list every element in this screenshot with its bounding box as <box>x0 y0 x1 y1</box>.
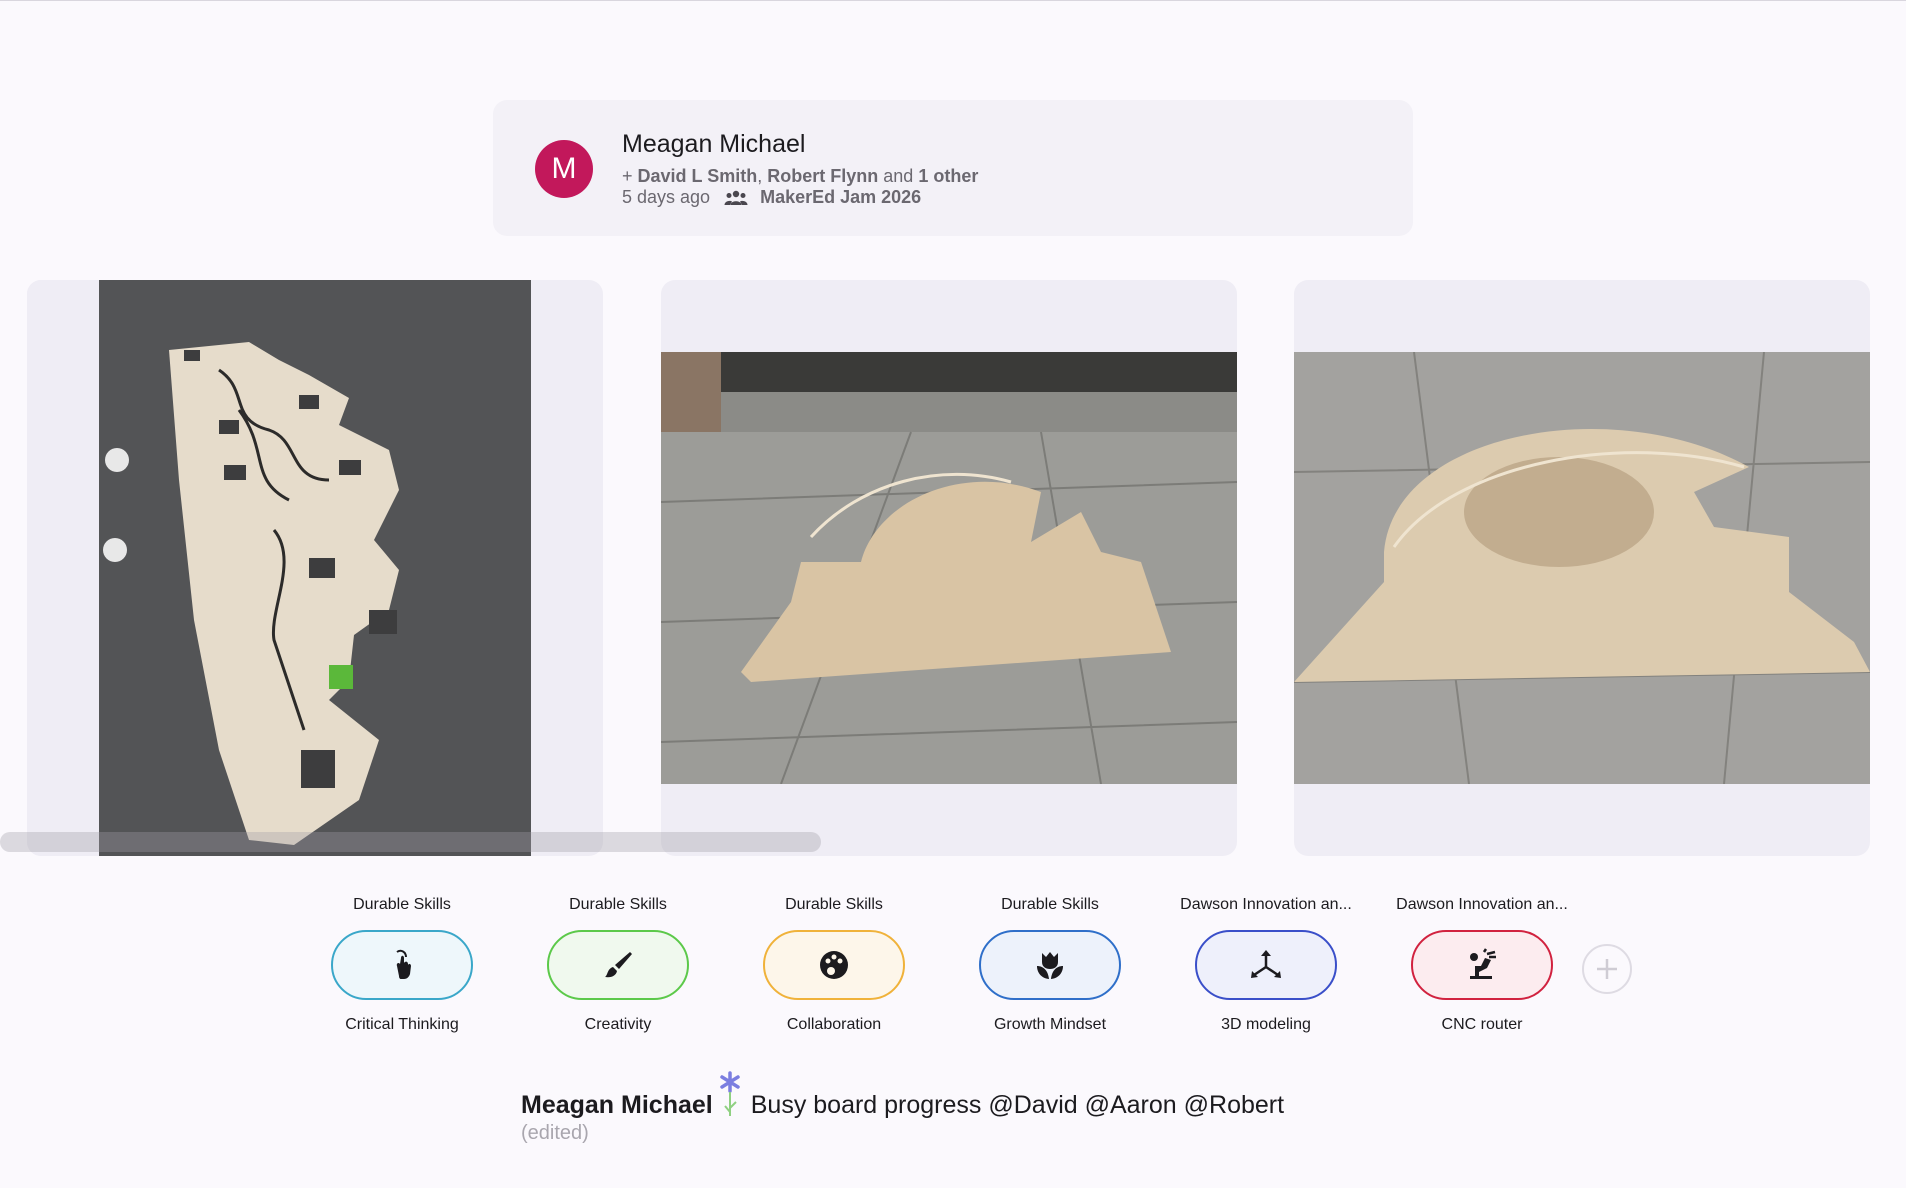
add-tag-button[interactable] <box>1582 944 1632 994</box>
tag-collaboration[interactable]: Durable Skills Collaboration <box>726 896 942 1034</box>
coauthors-line: + David L Smith, Robert Flynn and 1 othe… <box>622 166 978 187</box>
tag-category: Dawson Innovation an... <box>1180 896 1352 913</box>
cnc-router-icon <box>1470 948 1496 979</box>
group-link[interactable]: MakerEd Jam 2026 <box>760 187 921 208</box>
carousel-scrollbar[interactable] <box>0 832 821 852</box>
coauthor-separator: , <box>757 166 763 186</box>
photo-arc-board-patio <box>1294 352 1870 784</box>
post-header: M Meagan Michael + David L Smith, Robert… <box>493 100 1413 236</box>
tag-name: Critical Thinking <box>345 1016 459 1033</box>
coauthor-link[interactable]: Robert Flynn <box>767 166 878 186</box>
tag-name: Creativity <box>584 1016 652 1033</box>
post-meta: 5 days ago MakerEd Jam 2026 <box>622 187 921 208</box>
tag-category: Durable Skills <box>569 896 667 913</box>
tag-category: Durable Skills <box>785 896 883 913</box>
paintbrush-icon <box>605 952 632 978</box>
coauthor-more-link[interactable]: 1 other <box>918 166 978 186</box>
flower-icon <box>719 1071 740 1116</box>
timestamp: 5 days ago <box>622 187 711 207</box>
avatar[interactable]: M <box>535 140 593 198</box>
tag-name: CNC router <box>1441 1016 1523 1033</box>
plus-icon <box>1597 959 1617 979</box>
3d-axes-icon <box>1251 950 1281 978</box>
top-divider <box>0 0 1906 1</box>
group-icon <box>724 190 748 205</box>
post-photo[interactable] <box>27 280 603 856</box>
tag-pill[interactable] <box>547 930 689 1000</box>
post-caption: Meagan Michael Busy board progress @Davi… <box>521 1070 1421 1145</box>
tag-critical-thinking[interactable]: Durable Skills Critical Thinking <box>294 896 510 1034</box>
tag-name: Growth Mindset <box>993 1016 1107 1033</box>
tag-name: 3D modeling <box>1221 1016 1311 1033</box>
tag-category: Dawson Innovation an... <box>1396 896 1568 913</box>
image-carousel[interactable] <box>0 280 1906 856</box>
post-photo[interactable] <box>661 280 1237 856</box>
tag-pill[interactable] <box>331 930 473 1000</box>
tulip-icon <box>1037 952 1063 979</box>
coauthor-and: and <box>883 166 914 186</box>
photo-busy-board-floor <box>99 280 531 856</box>
tag-creativity[interactable]: Durable Skills Creativity <box>510 896 726 1034</box>
palette-icon <box>820 951 848 979</box>
tag-pill[interactable] <box>1411 930 1553 1000</box>
tag-category: Durable Skills <box>1001 896 1099 913</box>
photo-sun-board-patio <box>661 352 1237 784</box>
coauthor-link[interactable]: David L Smith <box>638 166 758 186</box>
tag-pill[interactable] <box>979 930 1121 1000</box>
post-photo[interactable] <box>1294 280 1870 856</box>
tag-pill[interactable] <box>763 930 905 1000</box>
tag-growth-mindset[interactable]: Durable Skills Growth Mindset <box>942 896 1158 1034</box>
caption-text: Busy board progress @David @Aaron @Rober… <box>750 1091 1285 1119</box>
tag-3d-modeling[interactable]: Dawson Innovation an... 3D modeling <box>1158 896 1374 1034</box>
skill-tags: Durable Skills Critical Thinking Durable… <box>294 896 1634 1046</box>
touch-hand-icon <box>396 949 411 979</box>
tag-pill[interactable] <box>1195 930 1337 1000</box>
caption-author[interactable]: Meagan Michael <box>521 1091 713 1120</box>
coauthor-prefix: + <box>622 166 633 186</box>
tag-category: Durable Skills <box>353 896 451 913</box>
tag-name: Collaboration <box>786 1016 882 1033</box>
author-name[interactable]: Meagan Michael <box>622 130 805 159</box>
tag-cnc-router[interactable]: Dawson Innovation an... CNC router <box>1374 896 1590 1034</box>
edited-label: (edited) <box>521 1122 589 1144</box>
